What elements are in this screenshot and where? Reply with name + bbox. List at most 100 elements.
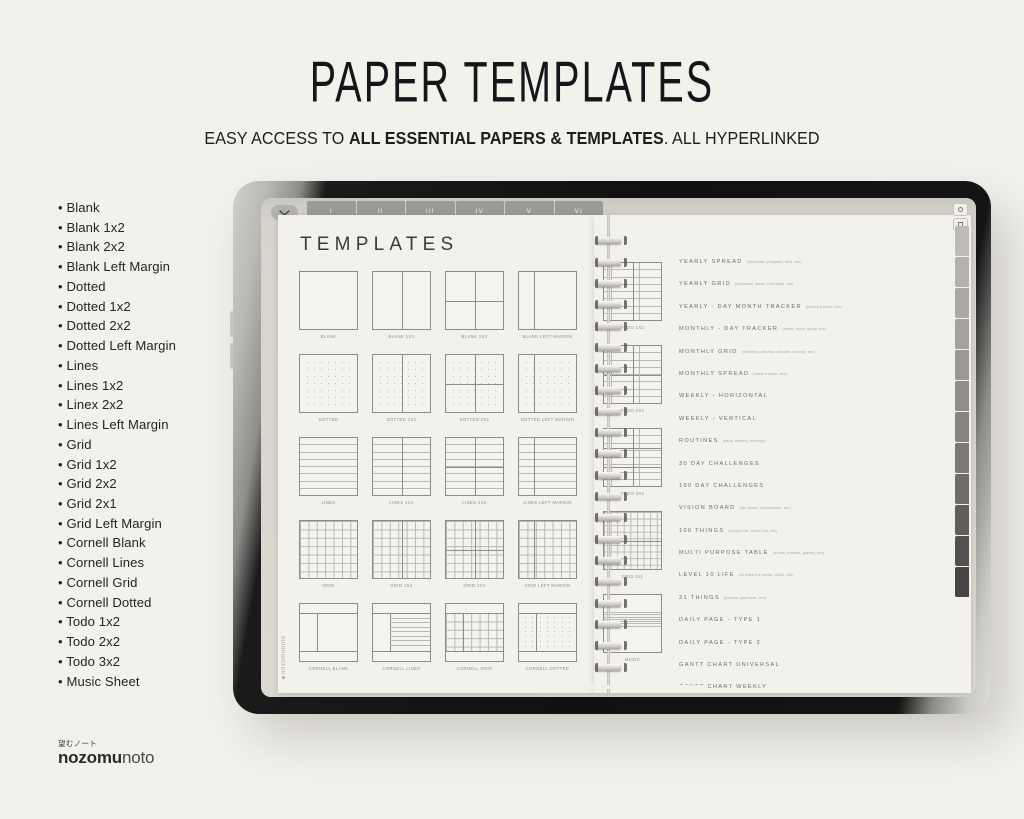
template-thumbnail[interactable]	[299, 271, 358, 330]
side-index-tab[interactable]	[955, 288, 969, 318]
thumbnail-cell[interactable]: GRID LEFT MARGIN	[518, 520, 577, 588]
template-thumbnail[interactable]	[445, 603, 504, 662]
spiral-ring	[595, 364, 627, 374]
side-index-tabs[interactable]	[955, 226, 969, 597]
template-thumbnail[interactable]	[372, 437, 431, 496]
spiral-ring	[595, 300, 627, 310]
list-item-label: Linex 2x2	[66, 397, 124, 413]
planner-list-item[interactable]: 100 THINGS (bucket list, travel list, etc…	[679, 528, 953, 550]
template-thumbnail[interactable]	[299, 603, 358, 662]
side-index-tab[interactable]	[955, 381, 969, 411]
list-item: Cornell Grid	[58, 573, 233, 593]
planner-list-item[interactable]: 30 DAY CHALLENGES	[679, 461, 953, 483]
home-indicator[interactable]	[534, 685, 703, 689]
template-thumbnail[interactable]	[372, 520, 431, 579]
template-thumbnail[interactable]	[445, 520, 504, 579]
template-thumbnail[interactable]	[518, 437, 577, 496]
planner-template-list[interactable]: YEARLY SPREAD (checklist, progress, bills…	[679, 259, 953, 697]
planner-list-item[interactable]: ROUTINES (daily, weekly, monthly)	[679, 438, 953, 460]
volume-up-button[interactable]	[230, 311, 233, 337]
list-item-label: Music Sheet	[66, 673, 140, 689]
template-thumbnail[interactable]	[299, 354, 358, 413]
thumb-decoration	[632, 429, 634, 486]
thumb-decoration	[519, 438, 576, 495]
thumbnail-label: GRID 2X2	[463, 583, 486, 588]
planner-list-item[interactable]: YEARLY - DAY MONTH TRACKER (period tracke…	[679, 304, 953, 326]
thumbnail-cell[interactable]: LINES LEFT MARGIN	[518, 437, 577, 505]
thumbnail-cell[interactable]: LINES	[299, 437, 358, 505]
thumbnail-cell[interactable]: GRID	[299, 520, 358, 588]
template-thumbnail[interactable]	[372, 354, 431, 413]
thumbnail-cell[interactable]: BLANK 1X2	[372, 271, 431, 339]
planner-list-item[interactable]: LEVEL 10 LIFE (to track life areas, skill…	[679, 572, 953, 594]
side-index-tab[interactable]	[955, 319, 969, 349]
thumbnail-cell[interactable]: CORNELL BLANK	[299, 603, 358, 671]
planner-list-item[interactable]: WEEKLY - HORIZONTAL	[679, 393, 953, 415]
template-thumbnail[interactable]	[372, 271, 431, 330]
spiral-ring	[595, 406, 627, 416]
planner-list-item[interactable]: MONTHLY - DAY TRACKER (sleep, work, study…	[679, 326, 953, 348]
thumbnail-cell[interactable]: DOTTED	[299, 354, 358, 422]
side-index-tab[interactable]	[955, 536, 969, 566]
thumbnail-cell[interactable]: GRID 2X2	[445, 520, 504, 588]
planner-list-item[interactable]: GANTT CHART WEEKLY	[679, 684, 953, 697]
thumbnail-label: CORNELL LINES	[382, 666, 421, 671]
thumbnail-cell[interactable]: CORNELL DOTTED	[518, 603, 577, 671]
thumbnail-cell[interactable]: DOTTED 1X2	[372, 354, 431, 422]
planner-list-item[interactable]: DAILY PAGE - TYPE 2	[679, 640, 953, 662]
planner-list-item[interactable]: MONTHLY SPREAD (habit tracker, etc)	[679, 371, 953, 393]
thumbnail-cell[interactable]: DOTTED LEFT MARGIN	[518, 354, 577, 422]
planner-list-item-note: (period tracker, etc)	[805, 304, 843, 309]
record-circle-icon[interactable]	[953, 203, 968, 216]
thumbnail-cell[interactable]: BLANK 2X2	[445, 271, 504, 339]
thumbnail-cell[interactable]: BLANK LEFT MARGIN	[518, 271, 577, 339]
side-index-tab[interactable]	[955, 412, 969, 442]
thumb-decoration	[522, 615, 573, 648]
template-thumbnail[interactable]	[518, 603, 577, 662]
thumb-decoration	[534, 355, 536, 412]
thumbnail-label: DOTTED LEFT MARGIN	[520, 417, 575, 422]
thumbnail-cell[interactable]: CORNELL LINES	[372, 603, 431, 671]
planner-list-item-name: LEVEL 10 LIFE	[679, 572, 735, 579]
template-thumbnail[interactable]	[518, 271, 577, 330]
template-thumbnail[interactable]	[445, 354, 504, 413]
planner-list-item-name: MONTHLY GRID	[679, 348, 738, 355]
side-index-tab[interactable]	[955, 443, 969, 473]
planner-list-item[interactable]: 100 DAY CHALLENGES	[679, 483, 953, 505]
side-index-tab[interactable]	[955, 226, 969, 256]
template-thumbnail[interactable]	[299, 437, 358, 496]
spiral-ring	[595, 321, 627, 331]
thumbnail-cell[interactable]: GRID 1X2	[372, 520, 431, 588]
thumbnail-cell[interactable]: DOTTED 2X2	[445, 354, 504, 422]
planner-list-item[interactable]: VISION BOARD (life goals, inspirations, e…	[679, 505, 953, 527]
template-thumbnail[interactable]	[518, 354, 577, 413]
thumbnail-cell[interactable]: LINES 1X2	[372, 437, 431, 505]
side-index-tab[interactable]	[955, 567, 969, 597]
list-item: Cornell Dotted	[58, 593, 233, 613]
template-thumbnail[interactable]	[372, 603, 431, 662]
list-item: Todo 2x2	[58, 632, 233, 652]
side-index-tab[interactable]	[955, 257, 969, 287]
planner-list-item[interactable]: YEARLY SPREAD (checklist, progress, bills…	[679, 259, 953, 281]
planner-list-item[interactable]: GANTT CHART UNIVERSAL	[679, 662, 953, 684]
template-thumbnail[interactable]	[518, 520, 577, 579]
planner-list-item[interactable]: MONTHLY GRID (monthly overview, planner, …	[679, 349, 953, 371]
thumbnail-cell[interactable]: BLANK	[299, 271, 358, 339]
template-thumbnail[interactable]	[445, 437, 504, 496]
side-index-tab[interactable]	[955, 505, 969, 535]
side-index-tab[interactable]	[955, 350, 969, 380]
side-index-tab[interactable]	[955, 474, 969, 504]
planner-list-item[interactable]: WEEKLY - VERTICAL	[679, 416, 953, 438]
thumbnail-cell[interactable]: LINES 2X2	[445, 437, 504, 505]
template-thumbnail[interactable]	[445, 271, 504, 330]
planner-list-item[interactable]: YEARLY GRID (important dates, birthdays, …	[679, 281, 953, 303]
template-thumbnail-grid[interactable]: BLANK BLANK 1X2 BLANK 2X2 BLANK LEFT MARGIN…	[299, 271, 577, 671]
volume-down-button[interactable]	[230, 343, 233, 369]
planner-list-item[interactable]: DAILY PAGE - TYPE 1	[679, 617, 953, 639]
planner-list-item[interactable]: 31 THINGS (journal, gratitude, etc)	[679, 595, 953, 617]
template-thumbnail[interactable]	[299, 520, 358, 579]
brand-logo: 望むノート nozomunoto	[58, 739, 154, 767]
thumb-decoration	[519, 650, 576, 652]
thumbnail-cell[interactable]: CORNELL GRID	[445, 603, 504, 671]
planner-list-item[interactable]: MULTI PURPOSE TABLE (books, movies, games…	[679, 550, 953, 572]
